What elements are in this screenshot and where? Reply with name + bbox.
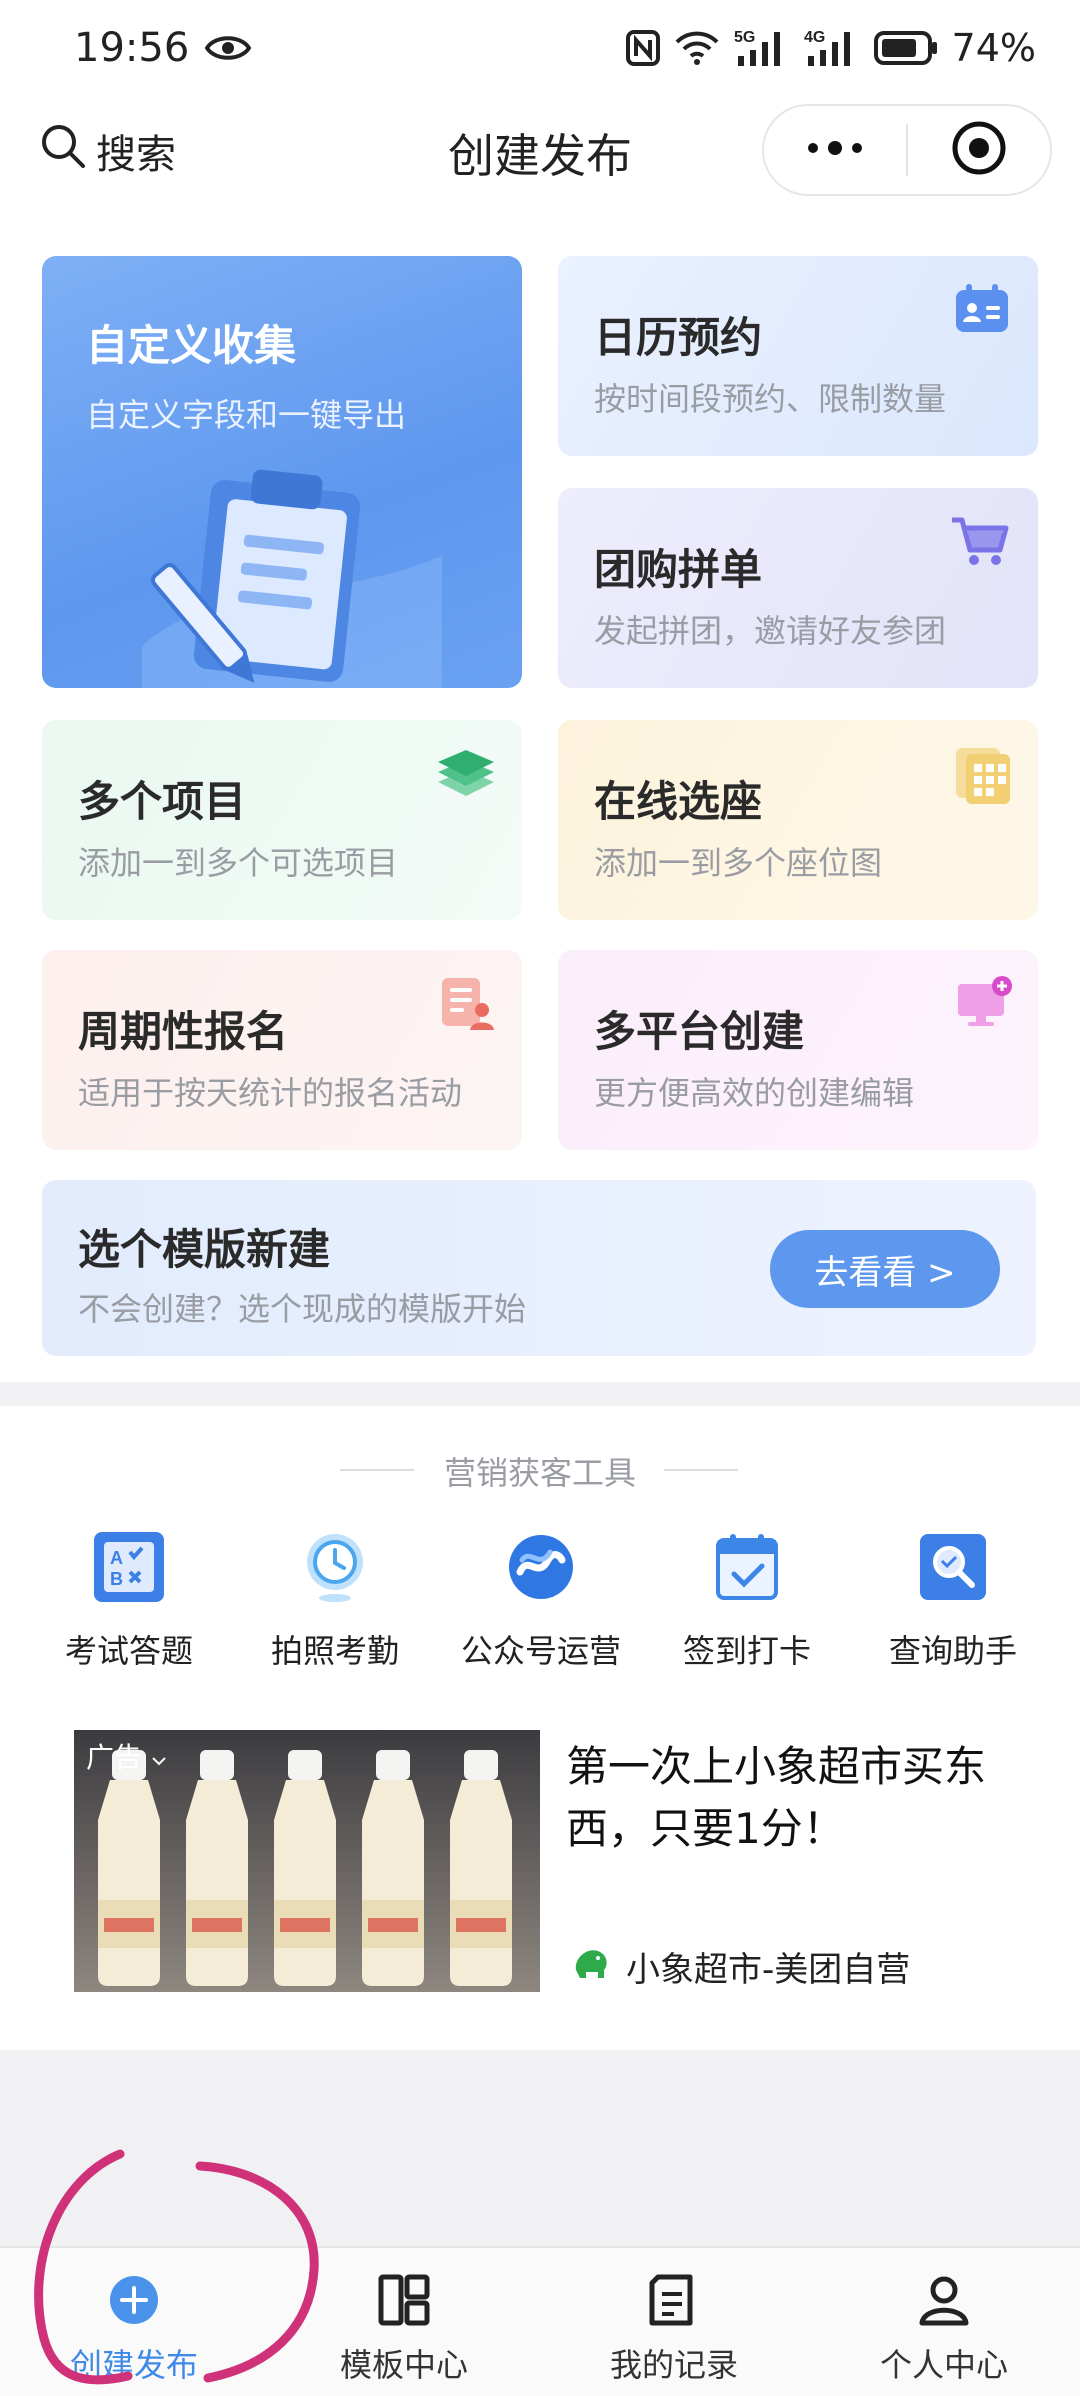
card-title: 自定义收集 <box>86 321 297 370</box>
network-4g-label: 4G <box>804 29 825 46</box>
svg-text:A: A <box>110 1548 123 1568</box>
card-subtitle: 适用于按天统计的报名活动 <box>78 1074 463 1112</box>
milk-bottle-image <box>98 1750 160 1986</box>
network-5g-label: 5G <box>734 29 755 46</box>
tool-label: 公众号运营 <box>460 1632 621 1670</box>
clock-icon <box>298 1530 372 1604</box>
battery-percent: 74% <box>951 26 1036 70</box>
tool-label: 查询助手 <box>888 1632 1017 1670</box>
status-bar: 19:56 5G 4G 74% <box>0 0 1080 96</box>
person-icon <box>844 2270 1044 2330</box>
card-subtitle: 发起拼团，邀请好友参团 <box>594 612 947 650</box>
tool-photo-attendance[interactable]: 拍照考勤 <box>232 1530 438 1672</box>
signal-4g-icon: 4G <box>804 28 860 68</box>
battery-icon <box>873 30 938 66</box>
header-bar: 搜索 创建发布 <box>0 96 1080 204</box>
checkin-calendar-icon <box>710 1530 784 1604</box>
plus-circle-icon <box>34 2270 234 2330</box>
tool-official-account[interactable]: 公众号运营 <box>438 1530 644 1672</box>
tab-template-center[interactable]: 模板中心 <box>304 2270 504 2386</box>
tab-my-records[interactable]: 我的记录 <box>574 2270 774 2386</box>
shopping-cart-icon <box>950 514 1010 574</box>
card-group-buying[interactable]: 团购拼单 发起拼团，邀请好友参团 <box>558 488 1038 688</box>
chevron-down-icon <box>151 1741 167 1774</box>
svg-text:B: B <box>110 1569 123 1589</box>
tool-label: 签到打卡 <box>682 1632 811 1670</box>
card-title: 日历预约 <box>594 313 763 362</box>
official-account-icon <box>504 1530 578 1604</box>
layout-grid-icon <box>304 2270 504 2330</box>
tab-label: 我的记录 <box>609 2346 738 2384</box>
status-time: 19:56 <box>74 25 190 71</box>
card-subtitle: 自定义字段和一键导出 <box>86 396 407 434</box>
card-title: 在线选座 <box>594 777 763 826</box>
card-title: 团购拼单 <box>594 545 763 594</box>
card-periodic-registration[interactable]: 周期性报名 适用于按天统计的报名活动 <box>42 950 522 1150</box>
card-custom-collection[interactable]: 自定义收集 自定义字段和一键导出 <box>42 256 522 688</box>
eye-icon <box>205 33 252 63</box>
section-divider <box>0 1382 1080 1406</box>
milk-bottle-image <box>362 1750 424 1986</box>
tab-personal-center[interactable]: 个人中心 <box>844 2270 1044 2386</box>
close-miniprogram-button[interactable] <box>908 106 1050 194</box>
card-subtitle: 添加一到多个座位图 <box>594 844 883 882</box>
view-templates-button[interactable]: 去看看 > <box>770 1230 1000 1308</box>
ad-badge[interactable]: 广告 <box>86 1736 167 1776</box>
card-title: 多个项目 <box>78 777 247 826</box>
card-title: 多平台创建 <box>594 1007 805 1056</box>
tab-label: 个人中心 <box>879 2346 1008 2384</box>
ad-banner[interactable]: 广告 第一次上小象超市买东西，只要1分！ 小象超市-美团自营 <box>74 1730 1034 1992</box>
card-subtitle: 不会创建？选个现成的模版开始 <box>78 1290 527 1328</box>
milk-bottle-image <box>274 1750 336 1986</box>
monitor-add-icon <box>956 974 1014 1034</box>
tool-check-in[interactable]: 签到打卡 <box>644 1530 850 1672</box>
signal-5g-icon: 5G <box>734 28 790 68</box>
milk-bottle-image <box>186 1750 248 1986</box>
nfc-icon <box>625 30 660 66</box>
empty-area <box>0 2050 1080 2246</box>
card-multiple-items[interactable]: 多个项目 添加一到多个可选项目 <box>42 720 522 920</box>
query-search-icon <box>916 1530 990 1604</box>
card-seat-selection[interactable]: 在线选座 添加一到多个座位图 <box>558 720 1038 920</box>
ad-image[interactable]: 广告 <box>74 1730 540 1992</box>
card-choose-template[interactable]: 选个模版新建 不会创建？选个现成的模版开始 去看看 > <box>42 1180 1036 1356</box>
tool-label: 拍照考勤 <box>270 1632 399 1670</box>
layers-icon <box>436 748 496 804</box>
marketing-tools: AB 考试答题 拍照考勤 公众号运营 签到打卡 查询助手 <box>0 1530 1080 1680</box>
section-title-line-right <box>664 1469 738 1471</box>
card-subtitle: 按时间段预约、限制数量 <box>594 380 947 418</box>
tool-query-assistant[interactable]: 查询助手 <box>850 1530 1056 1672</box>
marketing-section-title: 营销获客工具 <box>443 1454 636 1492</box>
tab-label: 创建发布 <box>69 2346 198 2384</box>
registration-form-icon <box>440 976 496 1036</box>
card-title: 选个模版新建 <box>78 1225 331 1274</box>
tab-label: 模板中心 <box>339 2346 468 2384</box>
miniprogram-capsule <box>762 104 1052 196</box>
document-list-icon <box>574 2270 774 2330</box>
card-title: 周期性报名 <box>78 1007 289 1056</box>
more-dots-icon <box>805 140 865 160</box>
card-subtitle: 添加一到多个可选项目 <box>78 844 399 882</box>
seat-grid-icon <box>956 748 1012 808</box>
wifi-icon <box>674 30 720 66</box>
card-calendar-booking[interactable]: 日历预约 按时间段预约、限制数量 <box>558 256 1038 456</box>
tool-exam[interactable]: AB 考试答题 <box>26 1530 232 1672</box>
bottom-tab-bar: 创建发布 模板中心 我的记录 个人中心 <box>0 2246 1080 2396</box>
ad-headline: 第一次上小象超市买东西，只要1分！ <box>566 1742 987 1853</box>
clipboard-pencil-icon <box>142 456 442 688</box>
tool-label: 考试答题 <box>64 1632 193 1670</box>
ad-brand: 小象超市-美团自营 <box>568 1940 910 1993</box>
ad-brand-name: 小象超市-美团自营 <box>626 1950 911 1990</box>
more-button[interactable] <box>764 106 906 194</box>
ad-badge-label: 广告 <box>86 1741 143 1774</box>
calendar-contact-icon <box>954 282 1010 338</box>
target-icon <box>951 120 1007 180</box>
card-multi-platform[interactable]: 多平台创建 更方便高效的创建编辑 <box>558 950 1038 1150</box>
tab-create-publish[interactable]: 创建发布 <box>34 2270 234 2386</box>
elephant-logo-icon <box>568 1940 612 1993</box>
card-subtitle: 更方便高效的创建编辑 <box>594 1074 915 1112</box>
milk-bottle-image <box>450 1750 512 1986</box>
exam-icon: AB <box>92 1530 166 1604</box>
